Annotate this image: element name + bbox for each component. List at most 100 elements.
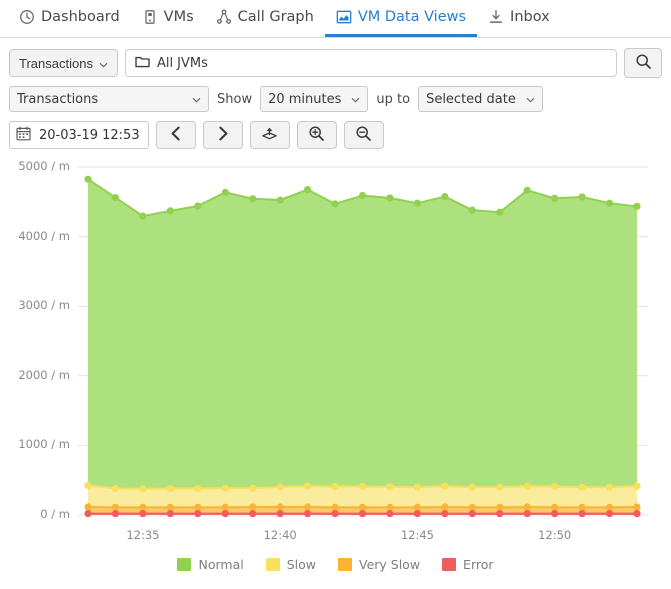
data-point[interactable]: [578, 193, 586, 201]
data-point[interactable]: [441, 482, 449, 490]
zoom-in-button[interactable]: [296, 121, 337, 149]
previous-period-button[interactable]: [155, 121, 196, 149]
data-point[interactable]: [386, 483, 394, 491]
data-point[interactable]: [605, 199, 614, 207]
zoom-out-button[interactable]: [343, 121, 384, 149]
data-point[interactable]: [139, 212, 147, 220]
legend-item-error[interactable]: Error: [442, 557, 494, 572]
data-point[interactable]: [413, 503, 421, 511]
data-point[interactable]: [166, 510, 174, 518]
data-point[interactable]: [304, 503, 312, 511]
data-point[interactable]: [139, 485, 147, 493]
metric-select[interactable]: Transactions: [9, 86, 209, 112]
data-point[interactable]: [551, 503, 559, 511]
data-point[interactable]: [605, 510, 614, 518]
data-point[interactable]: [386, 510, 394, 518]
data-point[interactable]: [304, 186, 312, 194]
data-point[interactable]: [221, 510, 229, 518]
data-point[interactable]: [523, 186, 531, 194]
data-point[interactable]: [194, 503, 202, 511]
data-point[interactable]: [633, 202, 641, 210]
data-point[interactable]: [84, 510, 92, 518]
legend-item-very-slow[interactable]: Very Slow: [337, 557, 420, 572]
data-point[interactable]: [441, 510, 449, 518]
data-point[interactable]: [578, 510, 586, 518]
export-button[interactable]: [249, 121, 290, 149]
data-point[interactable]: [496, 208, 504, 216]
data-point[interactable]: [276, 196, 284, 204]
data-point[interactable]: [111, 484, 120, 493]
search-button[interactable]: [624, 48, 662, 78]
data-point[interactable]: [249, 510, 257, 518]
data-point[interactable]: [358, 482, 367, 491]
data-point[interactable]: [523, 482, 531, 490]
data-point[interactable]: [551, 194, 559, 202]
data-point[interactable]: [194, 202, 202, 210]
data-point[interactable]: [386, 194, 394, 202]
data-point[interactable]: [221, 503, 229, 511]
data-point[interactable]: [441, 503, 449, 511]
tab-vm-data-views[interactable]: VM Data Views: [324, 0, 478, 37]
data-point[interactable]: [331, 482, 339, 491]
data-point[interactable]: [331, 503, 339, 511]
data-point[interactable]: [84, 481, 92, 490]
data-point[interactable]: [221, 484, 229, 492]
data-point[interactable]: [111, 510, 120, 518]
data-point[interactable]: [84, 175, 92, 183]
search-input[interactable]: All JVMs: [124, 49, 617, 77]
data-point[interactable]: [551, 482, 559, 491]
data-point[interactable]: [111, 194, 120, 202]
data-point[interactable]: [221, 188, 229, 197]
data-point[interactable]: [496, 503, 504, 511]
data-point[interactable]: [194, 484, 202, 493]
data-point[interactable]: [249, 484, 257, 492]
date-input[interactable]: 20-03-19 12:53: [9, 121, 149, 149]
data-point[interactable]: [496, 510, 504, 518]
data-point[interactable]: [413, 199, 421, 207]
data-point[interactable]: [386, 503, 394, 511]
data-point[interactable]: [84, 503, 92, 511]
data-point[interactable]: [578, 503, 586, 511]
data-point[interactable]: [166, 207, 174, 215]
scope-dropdown-button[interactable]: Transactions: [9, 49, 118, 77]
next-period-button[interactable]: [202, 121, 243, 149]
data-point[interactable]: [441, 192, 449, 201]
data-point[interactable]: [468, 206, 476, 214]
tab-vms[interactable]: VMs: [131, 0, 205, 37]
data-point[interactable]: [139, 503, 147, 511]
data-point[interactable]: [304, 482, 312, 490]
data-point[interactable]: [578, 483, 586, 491]
data-point[interactable]: [633, 510, 641, 518]
legend-item-normal[interactable]: Normal: [177, 557, 244, 572]
data-point[interactable]: [605, 483, 614, 491]
data-point[interactable]: [276, 510, 284, 518]
data-point[interactable]: [166, 503, 174, 511]
legend-item-slow[interactable]: Slow: [265, 557, 316, 572]
data-point[interactable]: [249, 195, 257, 203]
data-point[interactable]: [523, 503, 531, 511]
data-point[interactable]: [413, 510, 421, 518]
tab-call-graph[interactable]: Call Graph: [205, 0, 325, 37]
data-point[interactable]: [523, 510, 531, 518]
data-point[interactable]: [276, 483, 284, 491]
data-point[interactable]: [331, 510, 339, 518]
data-point[interactable]: [413, 483, 421, 491]
data-point[interactable]: [166, 484, 174, 493]
tab-inbox[interactable]: Inbox: [477, 0, 561, 37]
data-point[interactable]: [468, 483, 476, 491]
data-point[interactable]: [358, 503, 367, 511]
upto-select[interactable]: Selected date: [418, 86, 543, 112]
data-point[interactable]: [304, 510, 312, 518]
data-point[interactable]: [249, 503, 257, 511]
data-point[interactable]: [194, 510, 202, 518]
data-point[interactable]: [468, 503, 476, 511]
data-point[interactable]: [358, 510, 367, 518]
data-point[interactable]: [468, 510, 476, 518]
data-point[interactable]: [111, 503, 120, 511]
data-point[interactable]: [331, 200, 339, 208]
chart-canvas[interactable]: [0, 157, 671, 587]
tab-dashboard[interactable]: Dashboard: [8, 0, 131, 37]
data-point[interactable]: [633, 503, 641, 511]
data-point[interactable]: [358, 191, 367, 200]
range-select[interactable]: 20 minutes: [260, 86, 369, 112]
